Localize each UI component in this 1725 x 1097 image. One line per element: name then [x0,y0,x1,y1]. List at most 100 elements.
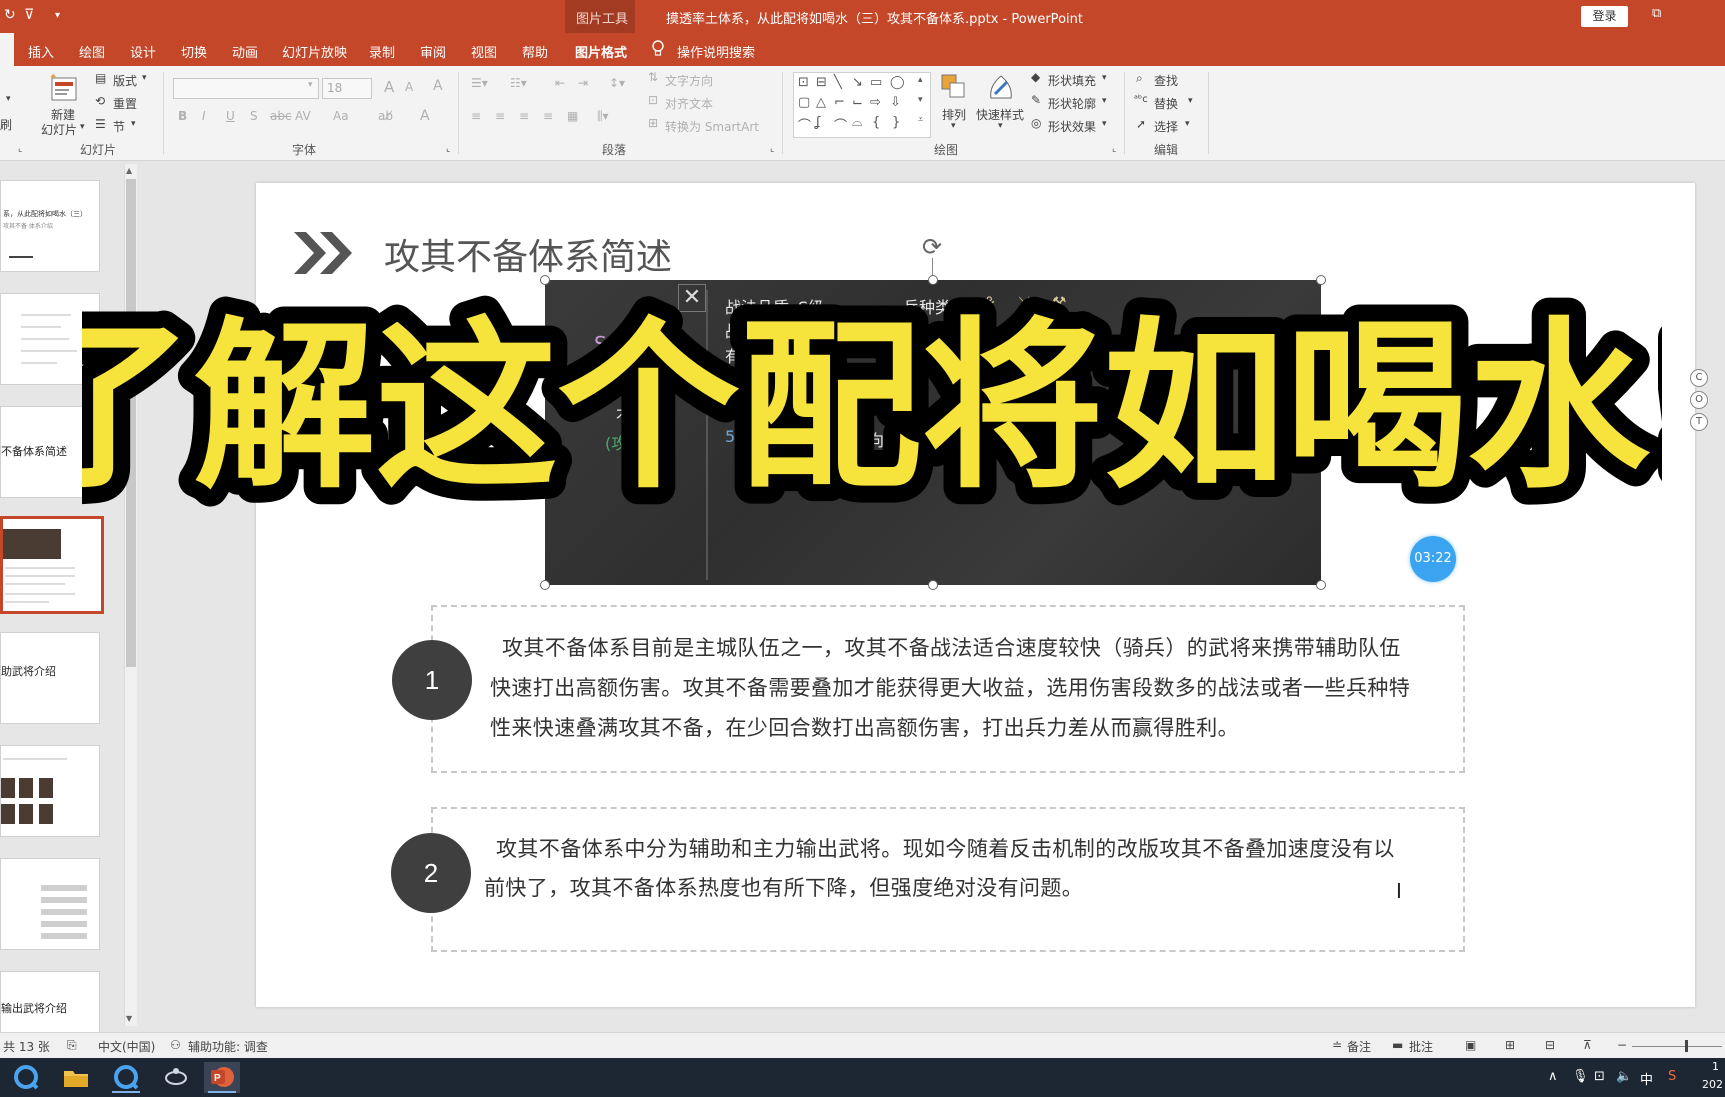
side-float-button[interactable]: T [1690,413,1708,431]
slide-thumbnail-7[interactable] [0,858,100,950]
clipboard-dropdown-icon[interactable]: ▾ [6,94,11,104]
slide-thumbnail-5[interactable]: 助武将介绍 [0,632,100,724]
tell-me-search[interactable]: 操作说明搜索 [677,42,755,61]
scroll-down-icon[interactable]: ▼ [126,1014,132,1023]
find-button[interactable]: 查找 [1154,72,1178,89]
italic-button[interactable]: I [202,109,206,123]
clear-formatting-icon[interactable]: A [433,78,443,94]
textbox-shape-icon[interactable]: ⊡ [798,75,809,90]
spellcheck-icon[interactable]: ⎘ [67,1038,77,1053]
arrange-icon[interactable] [939,72,969,102]
underline-button[interactable]: U [226,109,235,123]
customize-qat-icon[interactable]: ▾ [55,10,60,21]
file-explorer-app[interactable] [58,1062,94,1093]
input-method-icon[interactable]: S [1668,1069,1676,1084]
zoom-slider-knob[interactable] [1685,1040,1688,1052]
shape-fill-dropdown-icon[interactable]: ▾ [1102,73,1107,83]
arc-shape-icon[interactable]: ⌓ [852,115,862,130]
qq-browser-app[interactable] [8,1062,44,1093]
notes-button[interactable]: 备注 [1347,1038,1371,1055]
highlight-icon[interactable]: ab̸ [378,109,393,123]
down-arrow-shape-icon[interactable]: ⇩ [890,95,901,110]
bold-button[interactable]: B [178,109,187,123]
tab-view[interactable]: 视图 [471,42,497,61]
tab-animations[interactable]: 动画 [232,42,258,61]
justify-icon[interactable]: ≡ [543,109,553,123]
item-2-line-2[interactable]: 前快了，攻其不备体系热度也有所下降，但强度绝对没有问题。 [484,872,1083,902]
slideshow-view-icon[interactable]: ⊼ [1583,1038,1592,1052]
triangle-shape-icon[interactable]: △ [816,95,826,110]
gallery-more-icon[interactable]: ⩡ [918,115,923,125]
numbering-icon[interactable]: ☷▾ [510,76,527,90]
side-float-button[interactable]: O [1690,391,1708,409]
layout-button[interactable]: 版式 [113,72,137,89]
oval-shape-icon[interactable]: ◯ [890,75,905,90]
ribbon-display-options-icon[interactable]: ⧉ [1652,6,1661,21]
slide-sorter-icon[interactable]: ⊞ [1505,1038,1515,1052]
network-icon[interactable]: ⊡ [1594,1069,1605,1084]
align-text-button[interactable]: 对齐文本 [665,95,713,112]
scroll-up-icon[interactable]: ▲ [126,166,132,175]
selection-handle[interactable] [540,275,550,285]
tab-help[interactable]: 帮助 [522,42,548,61]
align-right-icon[interactable]: ≡ [519,109,529,123]
scribble-shape-icon[interactable]: ʆ [816,115,820,130]
clipboard-launcher-icon[interactable]: ⌞ [18,144,22,154]
tab-record[interactable]: 录制 [369,42,395,61]
tab-draw[interactable]: 绘图 [79,42,105,61]
login-button[interactable]: 登录 [1581,6,1628,27]
slide-thumbnail-6[interactable] [0,745,100,837]
align-center-icon[interactable]: ≡ [495,109,505,123]
zoom-slider[interactable] [1632,1046,1722,1047]
curve-shape-icon[interactable]: ⌒ [834,115,847,134]
font-name-dropdown-icon[interactable]: ▾ [308,80,313,90]
item-1-line-1[interactable]: 攻其不备体系目前是主城队伍之一，攻其不备战法适合速度较快（骑兵）的武将来携带辅助… [502,632,1401,662]
rounded-rect-shape-icon[interactable]: ▢ [798,95,810,110]
tab-transitions[interactable]: 切换 [181,42,207,61]
selection-handle[interactable] [928,275,938,285]
volume-icon[interactable]: 🔈 [1616,1069,1632,1084]
slide-thumbnail-1[interactable]: 系，从此配将如喝水（三） 攻其不备 体系介绍 [0,180,100,272]
right-brace-shape-icon[interactable]: } [892,115,900,130]
arrange-dropdown-icon[interactable]: ▾ [951,121,956,131]
accessibility-status[interactable]: 辅助功能: 调查 [188,1038,268,1055]
item-2-line-1[interactable]: 攻其不备体系中分为辅助和主力输出武将。现如今随着反击机制的改版攻其不备叠加速度没… [496,833,1395,863]
item-1-line-2[interactable]: 快速打出高额伤害。攻其不备需要叠加才能获得更大收益，选用伤害段数多的战法或者一些… [490,672,1410,702]
reset-button[interactable]: 重置 [113,95,137,112]
tab-insert[interactable]: 插入 [28,42,54,61]
tab-review[interactable]: 审阅 [420,42,446,61]
vertical-textbox-shape-icon[interactable]: ⊟ [816,75,827,90]
microphone-icon[interactable]: 🎙 [1572,1069,1589,1084]
section-dropdown-icon[interactable]: ▾ [131,119,136,129]
tab-slideshow[interactable]: 幻灯片放映 [282,42,347,61]
elbow-arrow-icon[interactable]: ⌙ [852,95,863,110]
font-name-box[interactable] [173,78,319,99]
normal-view-icon[interactable]: ▣ [1465,1038,1476,1052]
bullets-icon[interactable]: ☰▾ [471,76,488,90]
new-slide-icon[interactable]: ✦ [49,72,79,106]
shapes-gallery[interactable]: ⊡ ⊟ ╲ ↘ ▭ ◯ ▢ △ ⌐ ⌙ ⇨ ⇩ ⌒ ʆ ⌒ ⌓ { } ▴ ▾ … [793,72,931,138]
change-case-button[interactable]: Aa [333,109,349,123]
comments-button[interactable]: 批注 [1409,1038,1433,1055]
align-left-icon[interactable]: ≡ [471,109,481,123]
new-slide-dropdown-icon[interactable]: ▾ [80,122,85,132]
item-1-line-3[interactable]: 性来快速叠满攻其不备，在少回合数打出高额伤害，打出兵力差从而赢得胜利。 [490,712,1239,742]
font-size-box[interactable]: 18 [322,78,372,99]
quick-styles-dropdown-icon[interactable]: ▾ [998,121,1003,131]
tab-design[interactable]: 设计 [130,42,156,61]
ime-indicator[interactable]: 中 [1640,1069,1653,1088]
shrink-font-icon[interactable]: A [405,80,413,94]
recording-timer-badge[interactable]: 03:22 [1410,536,1456,582]
tab-home-edge[interactable] [0,33,14,66]
distributed-icon[interactable]: ▦ [567,109,578,123]
freeform-shape-icon[interactable]: ⌒ [798,115,811,134]
shape-effects-button[interactable]: 形状效果 [1048,118,1096,135]
grow-font-icon[interactable]: A [384,78,394,96]
selection-handle[interactable] [928,580,938,590]
language-indicator[interactable]: 中文(中国) [98,1038,155,1055]
undo-icon[interactable]: ↻ [4,7,16,23]
text-direction-button[interactable]: 文字方向 [665,72,713,89]
selection-handle[interactable] [540,580,550,590]
rectangle-shape-icon[interactable]: ▭ [870,75,882,90]
qq-browser-app-2[interactable] [108,1062,144,1093]
